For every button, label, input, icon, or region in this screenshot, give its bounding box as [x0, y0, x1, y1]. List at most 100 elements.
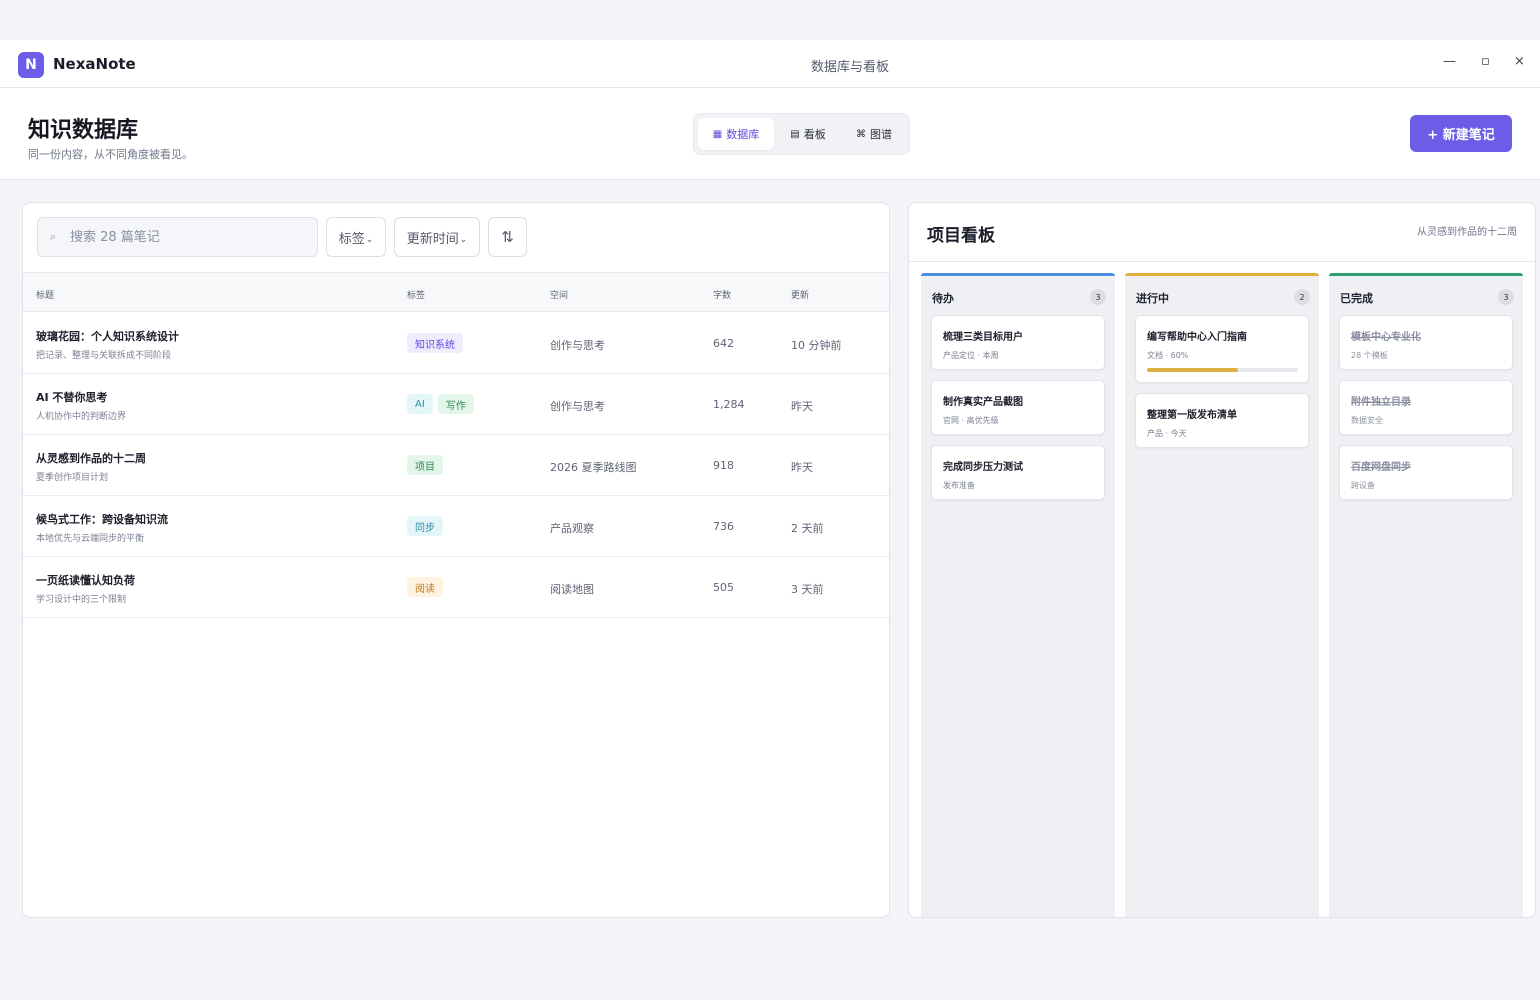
table-row[interactable]: AI 不替你思考 人机协作中的判断边界 AI 写作 创作与思考 1,284 昨天: [23, 374, 889, 435]
tag-badge[interactable]: 同步: [407, 516, 443, 536]
kanban-card[interactable]: 模板中心专业化 28 个模板: [1339, 315, 1513, 370]
column-name: 已完成: [1340, 292, 1373, 305]
top-spacer: [0, 0, 1540, 40]
tag-badge[interactable]: AI: [407, 394, 433, 414]
page-subtitle: 同一份内容，从不同角度被看见。: [28, 148, 193, 161]
column-header-title: 标题: [36, 291, 55, 301]
card-meta: 跨设备: [1351, 481, 1375, 490]
minimize-button[interactable]: —: [1443, 54, 1456, 69]
note-word-count: 736: [713, 520, 734, 533]
divider: [909, 261, 1535, 262]
card-title: 百度网盘同步: [1351, 462, 1411, 473]
sort-button[interactable]: ⇅: [488, 217, 527, 257]
note-space: 产品观察: [550, 522, 594, 535]
search-icon: ⌕: [50, 230, 57, 243]
maximize-button[interactable]: ▫: [1481, 54, 1490, 69]
tag-badge[interactable]: 项目: [407, 455, 443, 475]
tag-filter-button[interactable]: 标签 ⌄: [326, 217, 386, 257]
card-meta: 官网 · 高优先级: [943, 416, 999, 425]
note-space: 2026 夏季路线图: [550, 461, 637, 474]
card-title: 模板中心专业化: [1351, 332, 1421, 343]
note-updated: 10 分钟前: [791, 339, 842, 352]
kanban-card[interactable]: 附件独立目录 数据安全: [1339, 380, 1513, 435]
note-updated: 昨天: [791, 400, 813, 413]
kanban-card[interactable]: 百度网盘同步 跨设备: [1339, 445, 1513, 500]
page-title: 知识数据库: [28, 118, 139, 143]
table-header: 标题 标签 空间 字数 更新: [23, 272, 889, 312]
tag-badge[interactable]: 写作: [437, 394, 474, 414]
view-switcher: ▦ 数据库 ▤ 看板 ⌘ 图谱: [693, 113, 910, 155]
tag-list: 同步: [407, 516, 443, 536]
table-row[interactable]: 候鸟式工作：跨设备知识流 本地优先与云端同步的平衡 同步 产品观察 736 2 天前: [23, 496, 889, 557]
column-accent-bar: [921, 273, 1115, 276]
tag-list: AI 写作: [407, 394, 474, 414]
progress-bar: [1147, 368, 1298, 372]
note-word-count: 505: [713, 581, 734, 594]
note-updated: 3 天前: [791, 583, 824, 596]
card-meta: 产品 · 今天: [1147, 429, 1187, 438]
search-box: ⌕: [37, 217, 318, 257]
table-row[interactable]: 从灵感到作品的十二周 夏季创作项目计划 项目 2026 夏季路线图 918 昨天: [23, 435, 889, 496]
tab-graph[interactable]: ⌘ 图谱: [842, 118, 906, 150]
kanban-card[interactable]: 梳理三类目标用户 产品定位 · 本周: [931, 315, 1105, 370]
note-description: 把记录、整理与关联拆成不同阶段: [36, 351, 172, 361]
tab-label: 图谱: [870, 128, 892, 141]
tag-badge[interactable]: 阅读: [407, 577, 443, 597]
kanban-column: 已完成 3 模板中心专业化 28 个模板 附件独立目录 数据安全 百度网盘同步 跨设备: [1329, 273, 1523, 917]
sort-icon: ⇅: [501, 228, 514, 246]
tab-database[interactable]: ▦ 数据库: [698, 118, 774, 150]
note-title: 候鸟式工作：跨设备知识流: [36, 513, 168, 526]
note-description: 夏季创作项目计划: [36, 473, 109, 483]
card-meta: 数据安全: [1351, 416, 1383, 425]
tag-list: 项目: [407, 455, 443, 475]
progress-fill: [1147, 368, 1238, 372]
graph-icon: ⌘: [856, 128, 866, 140]
grid-icon: ▦: [712, 128, 723, 140]
database-panel: ⌕ 标签⌄ 更新时间⌄ ⇅ 标题 标签 空间 字数 更新 玻璃花园：个人知识系统…: [22, 202, 890, 918]
note-description: 人机协作中的判断边界: [36, 412, 127, 422]
card-meta: 28 个模板: [1351, 351, 1388, 360]
time-filter-button[interactable]: 更新时间 ⌄: [394, 217, 480, 257]
tab-label: 看板: [803, 128, 826, 141]
tag-badge[interactable]: 知识系统: [407, 333, 463, 353]
note-word-count: 642: [713, 337, 734, 350]
note-title: 玻璃花园：个人知识系统设计: [36, 330, 179, 343]
tag-filter-label: 标签: [338, 231, 365, 247]
chevron-down-icon: ⌄: [365, 235, 374, 245]
close-button[interactable]: ×: [1514, 54, 1525, 69]
column-header-space: 空间: [550, 291, 569, 301]
kanban-subtitle: 从灵感到作品的十二周: [1417, 227, 1517, 238]
column-name: 进行中: [1136, 292, 1169, 305]
note-space: 阅读地图: [550, 583, 594, 596]
chevron-down-icon: ⌄: [459, 235, 468, 245]
note-space: 创作与思考: [550, 339, 605, 352]
note-word-count: 918: [713, 459, 734, 472]
kanban-card[interactable]: 整理第一版发布清单 产品 · 今天: [1135, 393, 1309, 448]
board-icon: ▤: [790, 128, 800, 140]
kanban-column: 进行中 2 编写帮助中心入门指南 文档 · 60% 整理第一版发布清单 产品 · 今天: [1125, 273, 1319, 917]
card-meta: 文档 · 60%: [1147, 351, 1189, 360]
new-note-button[interactable]: + 新建笔记: [1410, 115, 1512, 152]
tab-kanban[interactable]: ▤ 看板: [776, 118, 840, 150]
note-title: AI 不替你思考: [36, 391, 108, 404]
column-header-tags: 标签: [407, 291, 426, 301]
title-bar: N NexaNote 数据库与看板 — ▫ ×: [0, 40, 1540, 88]
kanban-card[interactable]: 编写帮助中心入门指南 文档 · 60%: [1135, 315, 1309, 383]
search-input[interactable]: [70, 226, 310, 248]
table-row[interactable]: 玻璃花园：个人知识系统设计 把记录、整理与关联拆成不同阶段 知识系统 创作与思考 642…: [23, 313, 889, 374]
kanban-title: 项目看板: [927, 226, 995, 246]
note-updated: 昨天: [791, 461, 813, 474]
kanban-card[interactable]: 制作真实产品截图 官网 · 高优先级: [931, 380, 1105, 435]
note-description: 本地优先与云端同步的平衡: [36, 534, 145, 544]
column-count-badge: 3: [1090, 289, 1106, 305]
card-title: 梳理三类目标用户: [943, 332, 1023, 343]
column-name: 待办: [932, 292, 954, 305]
tab-label: 数据库: [726, 128, 760, 141]
column-count-badge: 2: [1294, 289, 1310, 305]
table-row[interactable]: 一页纸读懂认知负荷 学习设计中的三个限制 阅读 阅读地图 505 3 天前: [23, 557, 889, 618]
kanban-card[interactable]: 完成同步压力测试 发布准备: [931, 445, 1105, 500]
tag-list: 知识系统: [407, 333, 463, 353]
card-title: 制作真实产品截图: [943, 397, 1023, 408]
card-title: 附件独立目录: [1351, 397, 1411, 408]
note-updated: 2 天前: [791, 522, 824, 535]
